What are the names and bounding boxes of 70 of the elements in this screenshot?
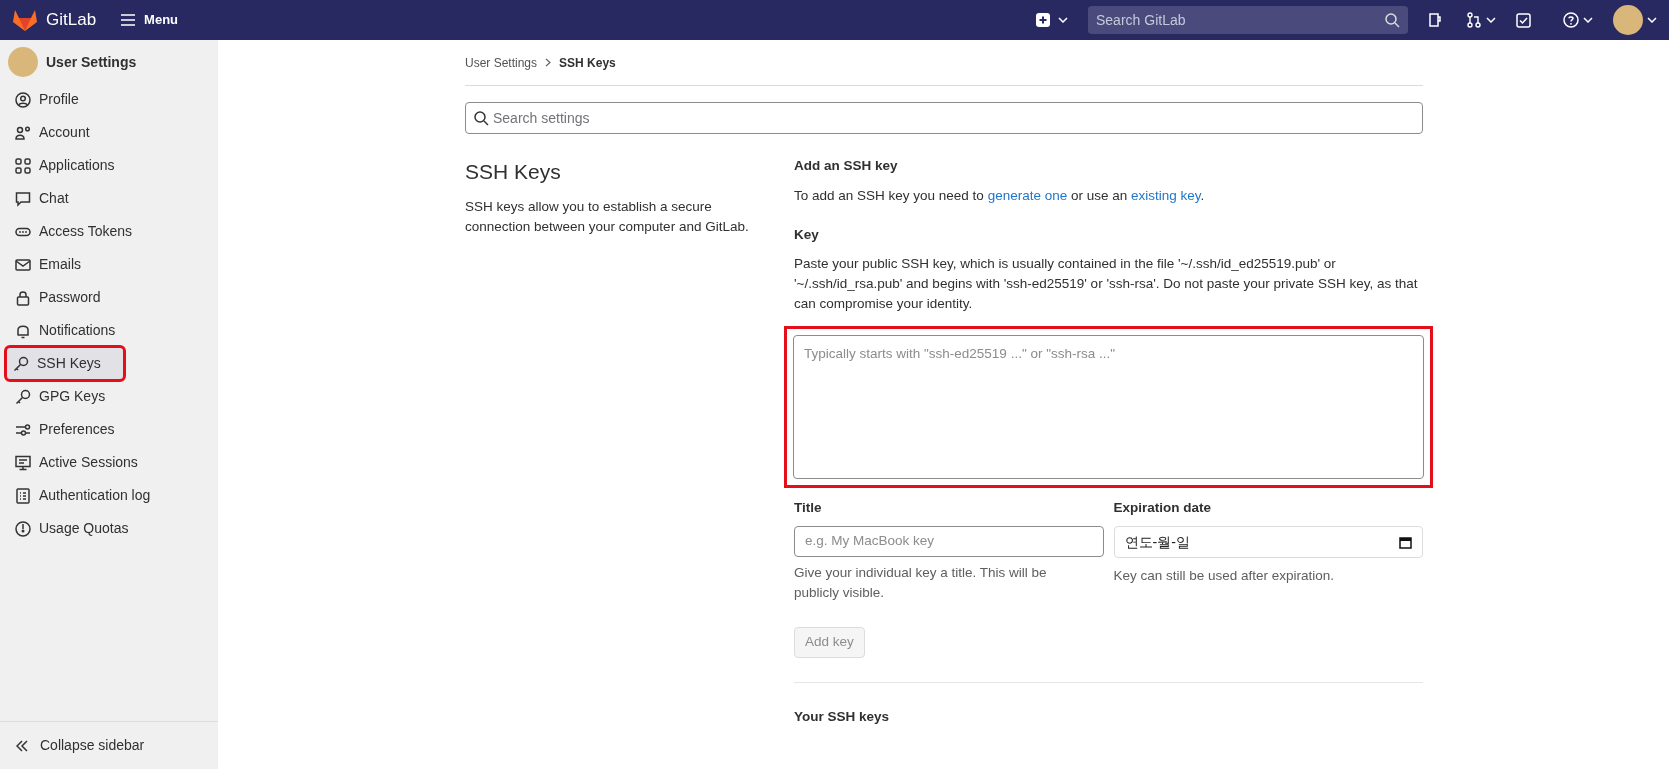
sidebar-item[interactable]: Access Tokens — [8, 215, 210, 248]
search-icon — [1385, 12, 1400, 28]
sidebar-item[interactable]: Password — [8, 281, 210, 314]
help-icon — [1563, 12, 1579, 28]
sidebar-item[interactable]: Authentication log — [8, 479, 210, 512]
avatar-icon — [8, 47, 38, 77]
breadcrumb-current[interactable]: SSH Keys — [559, 53, 616, 72]
caret-icon — [1647, 17, 1657, 23]
merge-requests-button[interactable] — [1466, 12, 1496, 28]
field-label: Title — [794, 498, 823, 517]
section-heading: Your SSH keys — [794, 708, 891, 726]
sidebar-item[interactable]: GPG Keys — [8, 380, 210, 413]
search-field[interactable]: Search GitLab — [1088, 6, 1408, 34]
form-heading: Add an SSH key — [794, 157, 899, 175]
intro-text: To add an SSH key you need to generate one or use an existing key. — [794, 187, 1206, 206]
sidebar-item[interactable]: Active Sessions — [8, 446, 210, 479]
expiration-date-field[interactable]: 연도-월-일 — [1113, 526, 1423, 558]
new-menu-button[interactable] — [1036, 13, 1068, 27]
sidebar-item[interactable]: SSH Keys — [6, 347, 124, 380]
log-icon — [15, 487, 31, 504]
sidebar-item[interactable]: Emails — [8, 248, 210, 281]
key-icon — [13, 355, 29, 372]
help-text: Give your individual key a title. This will be publicly visible. — [794, 564, 1048, 602]
link[interactable]: generate one — [987, 188, 1068, 204]
field-label: Key — [794, 225, 820, 244]
sidebar-item[interactable]: Usage Quotas — [8, 512, 210, 545]
sidebar-item[interactable]: Applications — [8, 149, 210, 182]
section-description: SSH keys allow you to establish a secure connection between your computer and GitLab. — [465, 197, 750, 236]
help-text: Paste your public SSH key, which is usually contained in the file '~/.ssh/id_ed25519.pub' or '~/.ssh/id_rsa.pub' and begins with 'ssh-ed25519' or 'ssh-rsa'. Do not paste your private SSH key, as that can compromise your identity. — [794, 254, 1419, 313]
user-menu-button[interactable] — [1613, 5, 1657, 35]
caret-icon — [1486, 17, 1496, 23]
field-label: Expiration date — [1113, 498, 1213, 517]
sidebar-item[interactable]: Account — [8, 116, 210, 149]
breadcrumb-link[interactable]: User Settings — [465, 53, 538, 72]
sidebar-title[interactable]: User Settings — [46, 51, 137, 73]
title-input-field[interactable]: e.g. My MacBook key — [794, 526, 1104, 557]
key-textarea[interactable]: Typically starts with "ssh-ed25519 ..." or "ssh-rsa ..." — [793, 334, 1424, 479]
sidebar-item[interactable]: Chat — [8, 182, 210, 215]
menu-button[interactable]: Menu — [120, 10, 179, 30]
lock-icon — [15, 289, 31, 306]
caret-icon — [1058, 17, 1068, 23]
sidebar-item[interactable]: Notifications — [8, 314, 210, 347]
caret-icon — [1583, 17, 1593, 23]
plus-square-icon — [1036, 13, 1050, 27]
search-icon — [474, 110, 489, 126]
profile-icon — [15, 91, 31, 108]
menu-icon — [120, 14, 137, 26]
chevron-right-icon — [545, 58, 552, 67]
sidebar-item[interactable]: Profile — [8, 83, 210, 116]
search-settings-field[interactable]: Search settings — [465, 102, 1423, 134]
collapse-sidebar-button[interactable]: Collapse sidebar — [0, 721, 218, 769]
applications-icon — [15, 157, 31, 174]
help-text: Key can still be used after expiration. — [1113, 567, 1336, 585]
checkbox-icon[interactable] — [1516, 12, 1531, 28]
link[interactable]: existing key — [1131, 188, 1201, 204]
key-icon — [15, 388, 31, 405]
preferences-icon — [15, 421, 31, 438]
brand-name[interactable]: GitLab — [46, 7, 97, 33]
account-icon — [15, 124, 31, 141]
help-button[interactable] — [1563, 12, 1593, 28]
monitor-icon — [15, 454, 31, 471]
merge-request-icon — [1466, 12, 1482, 28]
chat-icon — [15, 190, 31, 207]
double-chevron-left-icon — [16, 739, 28, 752]
mail-icon — [15, 256, 31, 273]
avatar-icon — [1613, 5, 1643, 35]
calendar-icon — [1399, 535, 1412, 549]
sidebar-item[interactable]: Preferences — [8, 413, 210, 446]
section-title: SSH Keys — [465, 159, 562, 185]
gitlab-logo-icon[interactable] — [12, 8, 38, 32]
